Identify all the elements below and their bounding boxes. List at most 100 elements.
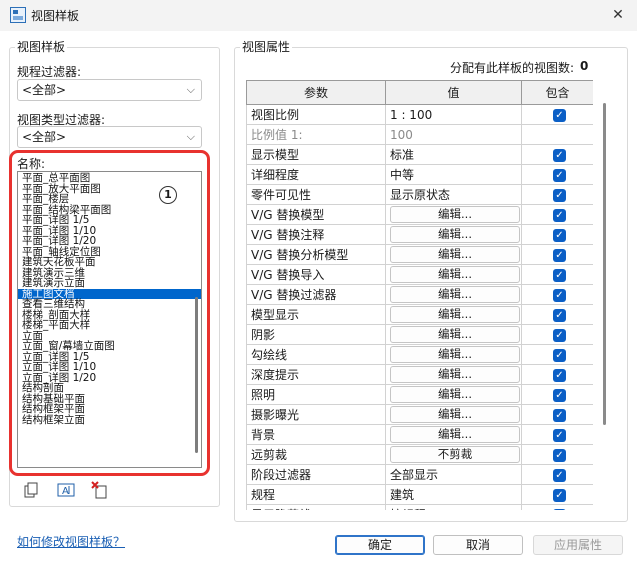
property-row: V/G 替换注释 编辑... ✓ <box>246 224 593 245</box>
template-list-item[interactable]: 立面_详图 1/10 <box>18 362 201 373</box>
property-name: 阴影 <box>246 324 386 345</box>
include-checkbox-checked-icon[interactable]: ✓ <box>553 508 566 510</box>
template-list-item[interactable]: 平面_详图 1/5 <box>18 215 201 226</box>
template-list-item[interactable]: 立面_窗/幕墙立面图 <box>18 341 201 352</box>
include-checkbox-checked-icon[interactable]: ✓ <box>553 108 566 122</box>
property-row: V/G 替换模型 编辑... ✓ <box>246 204 593 225</box>
duplicate-icon[interactable] <box>22 481 40 499</box>
edit-button[interactable]: 编辑... <box>390 406 520 423</box>
property-value[interactable]: 中等 <box>385 164 522 185</box>
include-checkbox-checked-icon[interactable]: ✓ <box>553 328 566 342</box>
property-row: 摄影曝光 编辑... ✓ <box>246 404 593 425</box>
template-list-item[interactable]: 查看三维结构 <box>18 299 201 310</box>
edit-button[interactable]: 编辑... <box>390 366 520 383</box>
property-row: V/G 替换分析模型 编辑... ✓ <box>246 244 593 265</box>
view-type-filter-dropdown[interactable]: <全部> ⌵ <box>17 126 202 148</box>
close-icon[interactable]: ✕ <box>606 4 630 26</box>
property-name: V/G 替换过滤器 <box>246 284 386 305</box>
include-checkbox-checked-icon[interactable]: ✓ <box>553 468 566 482</box>
edit-button[interactable]: 不剪裁 <box>390 446 520 463</box>
include-checkbox-checked-icon[interactable]: ✓ <box>553 428 566 442</box>
include-checkbox-checked-icon[interactable]: ✓ <box>553 208 566 222</box>
names-label: 名称: <box>17 157 46 171</box>
template-list-item[interactable]: 楼梯_平面大样 <box>18 320 201 331</box>
properties-scrollbar[interactable] <box>603 103 607 425</box>
help-link[interactable]: 如何修改视图样板？ <box>17 533 125 550</box>
include-cell: ✓ <box>521 224 593 245</box>
template-list-item[interactable]: 平面_详图 1/20 <box>18 236 201 247</box>
include-cell: ✓ <box>521 384 593 405</box>
property-value-cell: 编辑... <box>385 384 522 405</box>
property-name: 视图比例 <box>246 104 386 125</box>
list-scrollbar[interactable] <box>195 175 199 464</box>
property-name: V/G 替换注释 <box>246 224 386 245</box>
delete-icon[interactable] <box>91 481 109 499</box>
edit-button[interactable]: 编辑... <box>390 386 520 403</box>
include-cell: ✓ <box>521 144 593 165</box>
include-checkbox-checked-icon[interactable]: ✓ <box>553 388 566 402</box>
ok-button[interactable]: 确定 <box>335 535 425 555</box>
column-header-parameter[interactable]: 参数 <box>246 80 386 105</box>
edit-button[interactable]: 编辑... <box>390 426 520 443</box>
template-list-item[interactable]: 结构框架立面 <box>18 414 201 426</box>
include-checkbox-checked-icon[interactable]: ✓ <box>553 188 566 202</box>
template-list-item[interactable]: 建筑演示立面 <box>18 278 201 289</box>
edit-button[interactable]: 编辑... <box>390 266 520 283</box>
include-cell: ✓ <box>521 304 593 325</box>
include-checkbox-checked-icon[interactable]: ✓ <box>553 168 566 182</box>
edit-button[interactable]: 编辑... <box>390 226 520 243</box>
include-checkbox-checked-icon[interactable]: ✓ <box>553 268 566 282</box>
cancel-button[interactable]: 取消 <box>433 535 523 555</box>
properties-scrollbar-thumb[interactable] <box>603 103 606 425</box>
rename-icon[interactable]: A <box>57 481 75 499</box>
property-value[interactable]: 显示原状态 <box>385 184 522 205</box>
template-list-item[interactable]: 结构框架平面 <box>18 404 201 415</box>
column-header-value[interactable]: 值 <box>385 80 522 105</box>
include-checkbox-checked-icon[interactable]: ✓ <box>553 408 566 422</box>
template-list-item[interactable]: 建筑天花板平面 <box>18 257 201 268</box>
property-value[interactable]: 按规程 <box>385 504 522 510</box>
apply-properties-button[interactable]: 应用属性 <box>533 535 623 555</box>
discipline-filter-dropdown[interactable]: <全部> ⌵ <box>17 79 202 101</box>
property-value-cell: 编辑... <box>385 264 522 285</box>
template-list-item[interactable]: 平面_总平面图 <box>18 173 201 184</box>
include-checkbox-checked-icon[interactable]: ✓ <box>553 248 566 262</box>
list-scrollbar-thumb[interactable] <box>195 297 198 453</box>
properties-grid: 参数 值 包含 视图比例 1 : 100 ✓ 比例值 1: 100 显示模型 标准 ✓ 详细程度… <box>246 80 593 510</box>
property-row: V/G 替换导入 编辑... ✓ <box>246 264 593 285</box>
include-checkbox-checked-icon[interactable]: ✓ <box>553 448 566 462</box>
property-row: 模型显示 编辑... ✓ <box>246 304 593 325</box>
property-value-cell: 编辑... <box>385 404 522 425</box>
edit-button[interactable]: 编辑... <box>390 286 520 303</box>
edit-button[interactable]: 编辑... <box>390 326 520 343</box>
property-value[interactable]: 1 : 100 <box>385 104 522 125</box>
edit-button[interactable]: 编辑... <box>390 246 520 263</box>
property-row: 视图比例 1 : 100 ✓ <box>246 104 593 125</box>
edit-button[interactable]: 编辑... <box>390 346 520 363</box>
property-name: 显示模型 <box>246 144 386 165</box>
include-checkbox-checked-icon[interactable]: ✓ <box>553 308 566 322</box>
property-row: 详细程度 中等 ✓ <box>246 164 593 185</box>
include-cell <box>521 124 593 145</box>
include-checkbox-checked-icon[interactable]: ✓ <box>553 288 566 302</box>
view-template-app-icon <box>10 7 26 23</box>
include-checkbox-checked-icon[interactable]: ✓ <box>553 488 566 502</box>
include-cell: ✓ <box>521 404 593 425</box>
column-header-include[interactable]: 包含 <box>521 80 593 105</box>
include-checkbox-checked-icon[interactable]: ✓ <box>553 148 566 162</box>
title-bar: 视图样板 ✕ <box>0 0 637 31</box>
include-checkbox-checked-icon[interactable]: ✓ <box>553 348 566 362</box>
property-value[interactable]: 建筑 <box>385 484 522 505</box>
include-checkbox-checked-icon[interactable]: ✓ <box>553 368 566 382</box>
include-checkbox-checked-icon[interactable]: ✓ <box>553 228 566 242</box>
template-names-list[interactable]: 平面_总平面图 平面_放大平面图 平面_楼层 平面_结构梁平面图 平面_详图 1/5 平面… <box>17 171 202 468</box>
edit-button[interactable]: 编辑... <box>390 206 520 223</box>
property-row: 深度提示 编辑... ✓ <box>246 364 593 385</box>
property-name: 零件可见性 <box>246 184 386 205</box>
property-value[interactable]: 标准 <box>385 144 522 165</box>
edit-button[interactable]: 编辑... <box>390 306 520 323</box>
property-value[interactable]: 全部显示 <box>385 464 522 485</box>
template-list-item[interactable]: 结构剖面 <box>18 383 201 394</box>
property-value-cell: 编辑... <box>385 324 522 345</box>
property-value-cell: 编辑... <box>385 344 522 365</box>
